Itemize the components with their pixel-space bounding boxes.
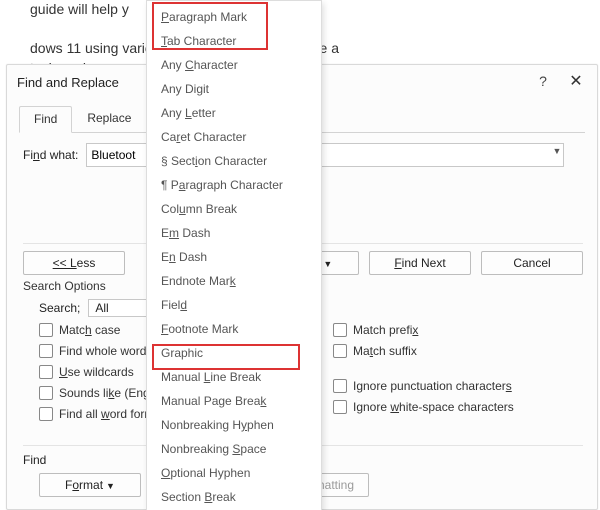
menu-paragraph-mark[interactable]: Paragraph Mark <box>147 5 321 29</box>
less-button[interactable]: << Less <box>23 251 125 275</box>
cancel-button[interactable]: Cancel <box>481 251 583 275</box>
options-column-right-b: Ignore punctuation characters Ignore whi… <box>333 379 514 421</box>
tab-replace[interactable]: Replace <box>72 105 146 132</box>
close-button[interactable]: ✕ <box>565 71 587 91</box>
sounds-like-checkbox[interactable]: Sounds like (Englis <box>39 386 161 400</box>
chevron-down-icon[interactable]: ▼ <box>552 146 561 156</box>
menu-em-dash[interactable]: Em Dash <box>147 221 321 245</box>
menu-any-character[interactable]: Any Character <box>147 53 321 77</box>
search-label: Search; <box>39 301 80 315</box>
dialog-title: Find and Replace <box>17 75 119 90</box>
menu-tab-character[interactable]: Tab Character <box>147 29 321 53</box>
menu-field[interactable]: Field <box>147 293 321 317</box>
menu-paragraph-character[interactable]: ¶ Paragraph Character <box>147 173 321 197</box>
format-button[interactable]: Format▼ <box>39 473 141 497</box>
options-column-right-a: Match prefix Match suffix <box>333 323 418 365</box>
menu-section-character[interactable]: § Section Character <box>147 149 321 173</box>
find-next-button[interactable]: Find Next <box>369 251 471 275</box>
search-direction-row: Search; All▼ <box>39 299 160 317</box>
menu-optional-hyphen[interactable]: Optional Hyphen <box>147 461 321 485</box>
menu-endnote-mark[interactable]: Endnote Mark <box>147 269 321 293</box>
menu-any-letter[interactable]: Any Letter <box>147 101 321 125</box>
menu-section-break[interactable]: Section Break <box>147 485 321 509</box>
help-button[interactable]: ? <box>533 73 553 89</box>
menu-any-digit[interactable]: Any Digit <box>147 77 321 101</box>
special-menu: Paragraph Mark Tab Character Any Charact… <box>146 0 322 510</box>
menu-manual-line-break[interactable]: Manual Line Break <box>147 365 321 389</box>
ignore-white-checkbox[interactable]: Ignore white-space characters <box>333 400 514 414</box>
whole-words-checkbox[interactable]: Find whole words <box>39 344 161 358</box>
menu-nonbreaking-hyphen[interactable]: Nonbreaking Hyphen <box>147 413 321 437</box>
menu-nonbreaking-space[interactable]: Nonbreaking Space <box>147 437 321 461</box>
menu-footnote-mark[interactable]: Footnote Mark <box>147 317 321 341</box>
tab-find[interactable]: Find <box>19 106 72 133</box>
find-footer-label: Find <box>23 453 46 467</box>
menu-en-dash[interactable]: En Dash <box>147 245 321 269</box>
find-what-label: Find what: <box>23 148 78 162</box>
menu-caret-character[interactable]: Caret Character <box>147 125 321 149</box>
ignore-punct-checkbox[interactable]: Ignore punctuation characters <box>333 379 514 393</box>
match-case-checkbox[interactable]: Match case <box>39 323 161 337</box>
search-options-heading: Search Options <box>23 279 106 293</box>
word-forms-checkbox[interactable]: Find all word form <box>39 407 161 421</box>
match-suffix-checkbox[interactable]: Match suffix <box>333 344 418 358</box>
menu-graphic[interactable]: Graphic <box>147 341 321 365</box>
menu-manual-page-break[interactable]: Manual Page Break <box>147 389 321 413</box>
match-prefix-checkbox[interactable]: Match prefix <box>333 323 418 337</box>
use-wildcards-checkbox[interactable]: Use wildcards <box>39 365 161 379</box>
options-column-left: Match case Find whole words Use wildcard… <box>39 323 161 428</box>
menu-column-break[interactable]: Column Break <box>147 197 321 221</box>
